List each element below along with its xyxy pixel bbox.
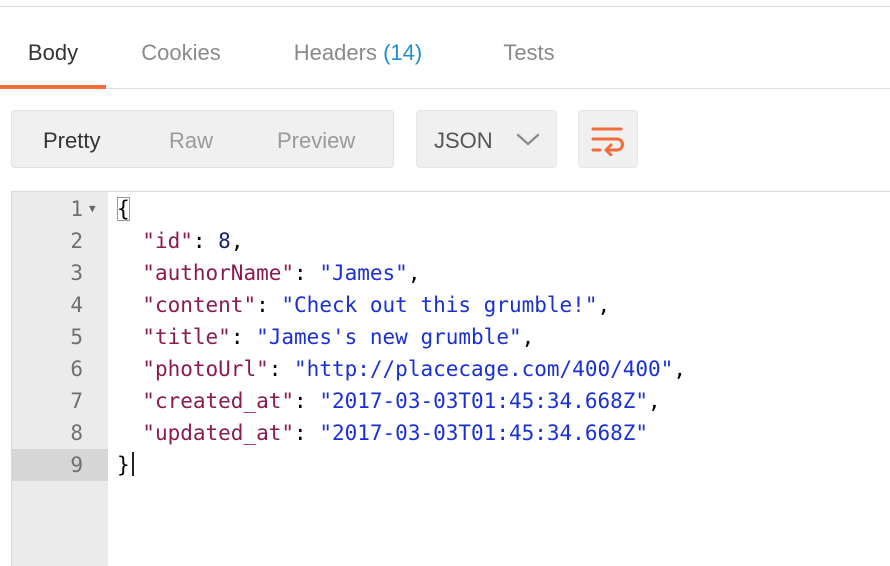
code-line: 2 "id": 8,: [12, 225, 890, 257]
json-comma: ,: [648, 389, 661, 413]
tab-body[interactable]: Body: [0, 22, 106, 89]
top-rule: [0, 0, 890, 7]
text-cursor: [131, 452, 134, 476]
tab-cookies[interactable]: Cookies: [122, 22, 240, 88]
json-comma: ,: [673, 357, 686, 381]
wrap-lines-icon: [591, 127, 624, 156]
json-string: "James": [319, 261, 408, 285]
tab-headers-label: Headers: [293, 40, 377, 65]
json-key: "content": [142, 293, 257, 317]
json-string: "2017-03-03T01:45:34.668Z": [319, 421, 649, 445]
tab-cookies-label: Cookies: [141, 40, 221, 65]
line-number: 1: [70, 197, 83, 221]
line-number: 5: [70, 325, 83, 349]
wrap-lines-button[interactable]: [578, 110, 638, 168]
tab-tests-label: Tests: [503, 40, 555, 65]
json-comma: ,: [521, 325, 535, 349]
code-line: 5 "title": "James's new grumble",: [12, 321, 890, 353]
response-body-editor[interactable]: 1 ▼ { 2 "id": 8, 3 "authorName": "James"…: [11, 191, 890, 566]
json-key: "id": [142, 229, 193, 253]
tab-body-label: Body: [27, 40, 79, 65]
code-line: 8 "updated_at": "2017-03-03T01:45:34.668…: [12, 417, 890, 449]
view-mode-group: Pretty Raw Preview: [11, 110, 394, 168]
json-string: "2017-03-03T01:45:34.668Z": [319, 389, 649, 413]
json-key: "photoUrl": [142, 357, 269, 381]
json-comma: ,: [597, 293, 611, 317]
json-string: "http://placecage.com/400/400": [294, 357, 674, 381]
line-number: 8: [70, 421, 83, 445]
line-number: 7: [70, 389, 83, 413]
view-preview-button[interactable]: Preview: [277, 111, 355, 169]
code-line: 3 "authorName": "James",: [12, 257, 890, 289]
format-selected-value: JSON: [434, 128, 493, 153]
code-line: 6 "photoUrl": "http://placecage.com/400/…: [12, 353, 890, 385]
response-toolbar: Pretty Raw Preview JSON: [0, 110, 890, 170]
code-line: 7 "created_at": "2017-03-03T01:45:34.668…: [12, 385, 890, 417]
json-key: "created_at": [142, 389, 295, 413]
json-string: "Check out this grumble!": [281, 293, 598, 317]
json-key: "title": [142, 325, 231, 349]
json-key: "updated_at": [142, 421, 295, 445]
code-line-current: 9 }: [12, 449, 890, 481]
view-raw-button[interactable]: Raw: [169, 111, 213, 169]
chevron-down-icon: [516, 133, 540, 146]
json-number: 8: [218, 229, 231, 253]
code-line: 1 ▼ {: [12, 193, 890, 225]
open-brace: {: [117, 197, 130, 221]
format-select[interactable]: JSON: [416, 110, 557, 168]
json-comma: ,: [407, 261, 421, 285]
tab-tests[interactable]: Tests: [486, 22, 572, 88]
json-key: "authorName": [142, 261, 295, 285]
tab-headers-count: (14): [383, 40, 423, 65]
line-number: 3: [70, 261, 83, 285]
json-comma: ,: [230, 229, 244, 253]
line-number: 9: [70, 453, 83, 477]
json-string: "James's new grumble": [256, 325, 522, 349]
line-number: 4: [70, 293, 83, 317]
close-brace: }: [117, 453, 130, 477]
response-tabs: Body Cookies Headers (14) Tests: [0, 22, 890, 89]
fold-toggle-icon[interactable]: ▼: [89, 193, 96, 225]
line-number: 6: [70, 357, 83, 381]
view-pretty-button[interactable]: Pretty: [43, 111, 100, 169]
tab-headers[interactable]: Headers (14): [270, 22, 446, 88]
code-line: 4 "content": "Check out this grumble!",: [12, 289, 890, 321]
line-number: 2: [70, 229, 83, 253]
